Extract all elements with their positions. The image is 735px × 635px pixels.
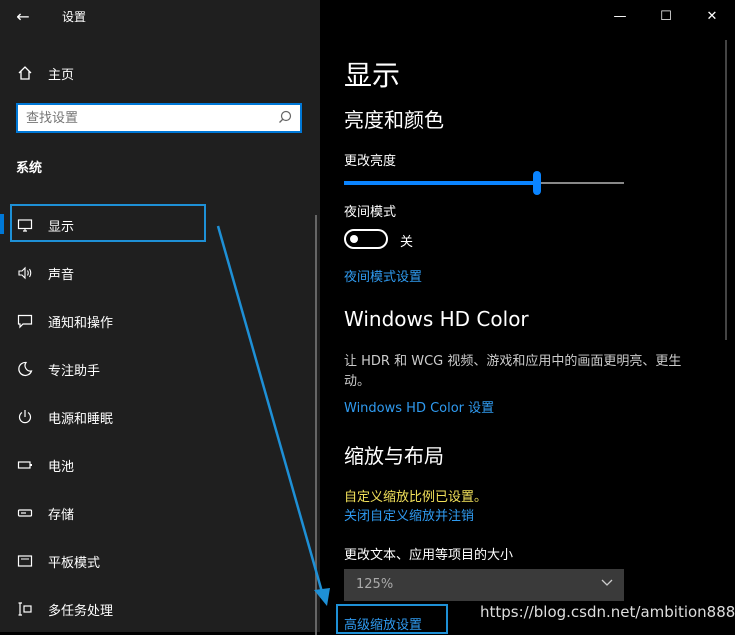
home-icon xyxy=(15,63,35,83)
brightness-slider-thumb[interactable] xyxy=(533,171,541,195)
minimize-button[interactable]: — xyxy=(597,0,643,32)
sidebar-item-storage[interactable]: 存储 xyxy=(0,493,320,533)
sidebar-item-label: 通知和操作 xyxy=(48,316,114,331)
sidebar-item-label: 存储 xyxy=(48,508,75,523)
storage-icon xyxy=(15,503,35,523)
night-light-state: 关 xyxy=(400,235,414,250)
sidebar-item-label: 平板模式 xyxy=(48,556,101,571)
sidebar-item-battery[interactable]: 电池 xyxy=(0,445,320,485)
app-title: 设置 xyxy=(62,10,87,24)
brightness-label: 更改亮度 xyxy=(344,154,397,169)
power-icon xyxy=(15,407,35,427)
night-light-settings-link[interactable]: 夜间模式设置 xyxy=(344,266,422,285)
sidebar-scrollbar[interactable] xyxy=(315,215,317,635)
text-size-label: 更改文本、应用等项目的大小 xyxy=(344,548,514,563)
sidebar-item-label: 主页 xyxy=(48,68,75,83)
search-input[interactable] xyxy=(26,109,276,127)
sidebar: ← 设置 主页 系统 显示 声音 通知和操作 专注 xyxy=(0,0,320,635)
monitor-icon xyxy=(15,215,35,235)
sidebar-item-sound[interactable]: 声音 xyxy=(0,253,320,293)
chevron-down-icon xyxy=(600,575,614,593)
hd-color-settings-link[interactable]: Windows HD Color 设置 xyxy=(344,397,494,416)
sidebar-item-notifications[interactable]: 通知和操作 xyxy=(0,301,320,341)
night-light-label: 夜间模式 xyxy=(344,205,397,220)
minimize-icon: — xyxy=(613,8,627,24)
night-light-toggle[interactable] xyxy=(344,229,388,249)
sidebar-item-tablet[interactable]: 平板模式 xyxy=(0,541,320,581)
search-box[interactable] xyxy=(16,103,302,133)
battery-icon xyxy=(15,455,35,475)
tablet-icon xyxy=(15,551,35,571)
hd-color-heading: Windows HD Color xyxy=(344,307,529,331)
toggle-knob xyxy=(350,235,358,243)
sidebar-item-focus-assist[interactable]: 专注助手 xyxy=(0,349,320,389)
advanced-scaling-link[interactable]: 高级缩放设置 xyxy=(344,614,422,633)
sidebar-item-display[interactable]: 显示 xyxy=(0,205,320,245)
scale-dropdown-value: 125% xyxy=(356,577,394,592)
brightness-slider-fill xyxy=(344,181,537,185)
hd-color-description: 让 HDR 和 WCG 视频、游戏和应用中的画面更明亮、更生动。 xyxy=(344,354,682,389)
scale-dropdown[interactable]: 125% xyxy=(344,569,624,601)
maximize-icon: ☐ xyxy=(660,8,672,24)
brightness-heading: 亮度和颜色 xyxy=(344,108,444,132)
main-scrollbar[interactable] xyxy=(725,40,727,340)
close-icon: ✕ xyxy=(706,8,718,24)
multitask-icon xyxy=(15,599,35,619)
notification-icon xyxy=(15,311,35,331)
sidebar-item-multitasking[interactable]: 多任务处理 xyxy=(0,589,320,629)
speaker-icon xyxy=(15,263,35,283)
sidebar-item-label: 声音 xyxy=(48,268,75,283)
sidebar-item-label: 电源和睡眠 xyxy=(48,412,114,427)
search-icon[interactable] xyxy=(278,110,294,126)
section-label: 系统 xyxy=(16,161,43,176)
back-button[interactable]: ← xyxy=(0,0,46,32)
custom-scale-warning: 自定义缩放比例已设置。 xyxy=(344,490,488,505)
sidebar-item-label: 电池 xyxy=(48,460,75,475)
maximize-button[interactable]: ☐ xyxy=(643,0,689,32)
watermark: https://blog.csdn.net/ambition8888 xyxy=(480,603,735,621)
disable-custom-scale-link[interactable]: 关闭自定义缩放并注销 xyxy=(344,505,474,524)
main-content: — ☐ ✕ 显示 亮度和颜色 更改亮度 夜间模式 关 夜间模式设置 Window… xyxy=(320,0,735,634)
sidebar-item-home[interactable]: 主页 xyxy=(0,53,320,93)
moon-icon xyxy=(15,359,35,379)
back-arrow-icon: ← xyxy=(16,6,30,26)
close-button[interactable]: ✕ xyxy=(689,0,735,32)
sidebar-item-label: 专注助手 xyxy=(48,364,101,379)
sidebar-item-label: 多任务处理 xyxy=(48,604,114,619)
scale-heading: 缩放与布局 xyxy=(344,444,444,468)
page-title: 显示 xyxy=(344,59,401,92)
sidebar-item-label: 显示 xyxy=(48,220,75,235)
sidebar-item-power[interactable]: 电源和睡眠 xyxy=(0,397,320,437)
